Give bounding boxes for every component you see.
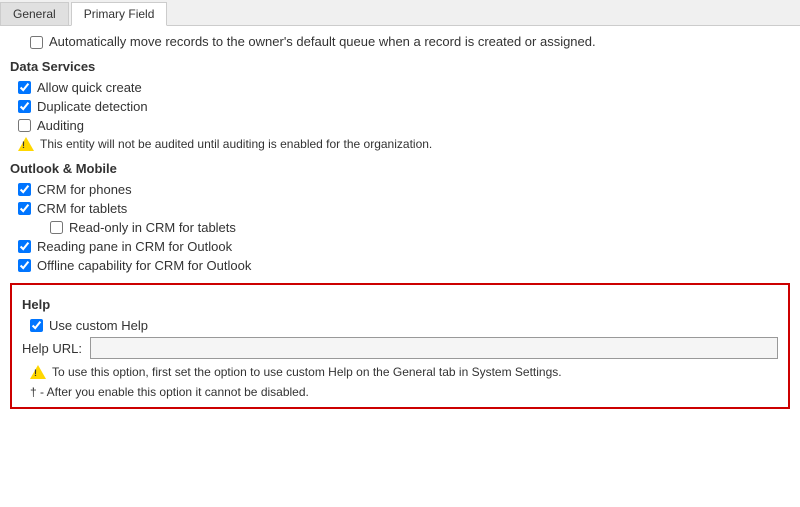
- help-section: Help Use custom Help Help URL: To use th…: [10, 283, 790, 409]
- help-header: Help: [22, 297, 778, 312]
- queue-checkbox[interactable]: [30, 36, 43, 49]
- outlook-mobile-section: Outlook & Mobile CRM for phones CRM for …: [10, 161, 790, 273]
- help-url-input[interactable]: [90, 337, 778, 359]
- use-custom-help-checkbox[interactable]: [30, 319, 43, 332]
- duplicate-detection-label: Duplicate detection: [37, 99, 148, 114]
- outlook-mobile-header: Outlook & Mobile: [10, 161, 790, 176]
- tab-general[interactable]: General: [0, 2, 69, 25]
- auditing-checkbox[interactable]: [18, 119, 31, 132]
- tab-primary-field[interactable]: Primary Field: [71, 2, 168, 26]
- help-url-label: Help URL:: [22, 341, 82, 356]
- help-footnote: † - After you enable this option it cann…: [22, 385, 778, 399]
- auditing-warning-icon: [18, 137, 34, 151]
- offline-capability-checkbox[interactable]: [18, 259, 31, 272]
- crm-phones-checkbox[interactable]: [18, 183, 31, 196]
- readonly-crm-tablets-checkbox[interactable]: [50, 221, 63, 234]
- reading-pane-row: Reading pane in CRM for Outlook: [10, 239, 790, 254]
- readonly-crm-tablets-row: Read-only in CRM for tablets: [10, 220, 790, 235]
- data-services-header: Data Services: [10, 59, 790, 74]
- help-url-row: Help URL:: [22, 337, 778, 359]
- queue-row: Automatically move records to the owner'…: [10, 34, 790, 49]
- crm-phones-row: CRM for phones: [10, 182, 790, 197]
- main-content: Automatically move records to the owner'…: [0, 26, 800, 417]
- help-warning-icon: [30, 365, 46, 379]
- offline-capability-row: Offline capability for CRM for Outlook: [10, 258, 790, 273]
- help-warning-text: To use this option, first set the option…: [52, 365, 562, 379]
- crm-tablets-row: CRM for tablets: [10, 201, 790, 216]
- duplicate-detection-row: Duplicate detection: [10, 99, 790, 114]
- queue-label: Automatically move records to the owner'…: [49, 34, 596, 49]
- use-custom-help-row: Use custom Help: [22, 318, 778, 333]
- reading-pane-checkbox[interactable]: [18, 240, 31, 253]
- duplicate-detection-checkbox[interactable]: [18, 100, 31, 113]
- allow-quick-create-label: Allow quick create: [37, 80, 142, 95]
- crm-phones-label: CRM for phones: [37, 182, 132, 197]
- data-services-section: Data Services Allow quick create Duplica…: [10, 59, 790, 151]
- use-custom-help-label: Use custom Help: [49, 318, 148, 333]
- crm-tablets-checkbox[interactable]: [18, 202, 31, 215]
- reading-pane-label: Reading pane in CRM for Outlook: [37, 239, 232, 254]
- allow-quick-create-checkbox[interactable]: [18, 81, 31, 94]
- auditing-label: Auditing: [37, 118, 84, 133]
- auditing-warning-text: This entity will not be audited until au…: [40, 137, 432, 151]
- readonly-crm-tablets-label: Read-only in CRM for tablets: [69, 220, 236, 235]
- auditing-row: Auditing: [10, 118, 790, 133]
- allow-quick-create-row: Allow quick create: [10, 80, 790, 95]
- crm-tablets-label: CRM for tablets: [37, 201, 127, 216]
- offline-capability-label: Offline capability for CRM for Outlook: [37, 258, 251, 273]
- tab-bar: General Primary Field: [0, 0, 800, 26]
- auditing-warning-row: This entity will not be audited until au…: [10, 137, 790, 151]
- help-warning-row: To use this option, first set the option…: [22, 365, 778, 379]
